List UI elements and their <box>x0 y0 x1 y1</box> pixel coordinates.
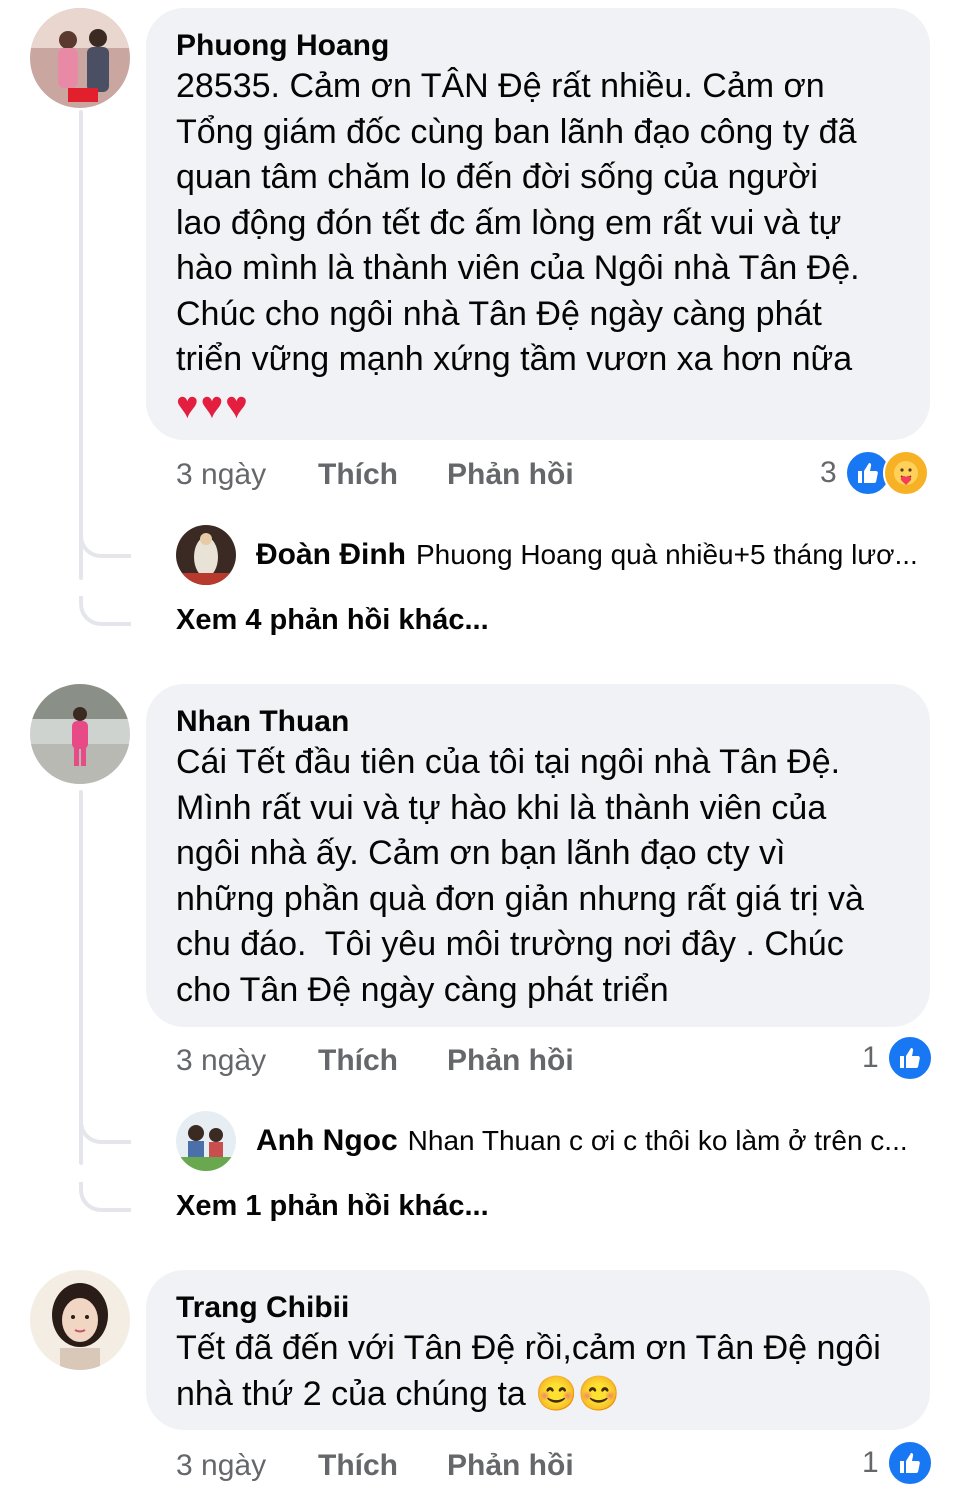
reply-avatar[interactable] <box>176 1111 236 1171</box>
avatar[interactable] <box>30 684 130 784</box>
thread-line <box>79 790 83 1165</box>
comment-text: 28535. Cảm ơn TÂN Đệ rất nhiều. Cảm ơn T… <box>176 67 860 378</box>
comment-text: Tết đã đến với Tân Đệ rồi,cảm ơn Tân Đệ … <box>176 1329 881 1413</box>
reply-button[interactable]: Phản hồi <box>447 1041 574 1081</box>
avatar[interactable] <box>30 1270 130 1370</box>
reply-preview[interactable]: Đoàn Đinh Phuong Hoang quà nhiều+5 tháng … <box>176 525 936 585</box>
reply-preview-text: Đoàn Đinh Phuong Hoang quà nhiều+5 tháng … <box>256 533 926 577</box>
like-button[interactable]: Thích <box>318 1446 398 1486</box>
view-more-replies-link[interactable]: Xem 1 phản hồi khác... <box>176 1190 489 1223</box>
like-icon <box>886 1035 933 1081</box>
reactions-summary[interactable]: 1 <box>862 1440 933 1486</box>
like-button[interactable]: Thích <box>318 455 398 495</box>
comment-time[interactable]: 3 ngày <box>176 1446 266 1486</box>
reactions-summary[interactable]: 1 <box>862 1035 933 1081</box>
comment-author[interactable]: Phuong Hoang <box>176 28 900 64</box>
comment-time[interactable]: 3 ngày <box>176 455 266 495</box>
reply-author[interactable]: Đoàn Đinh <box>256 538 406 571</box>
comment-actions: 3 ngày Thích Phản hồi <box>176 455 576 495</box>
view-more-replies-link[interactable]: Xem 4 phản hồi khác... <box>176 604 489 637</box>
like-button[interactable]: Thích <box>318 1041 398 1081</box>
reaction-count: 1 <box>862 1041 879 1074</box>
like-icon <box>886 1440 933 1486</box>
thread-branch <box>79 528 131 558</box>
avatar[interactable] <box>30 8 130 108</box>
comment-bubble: Nhan Thuan Cái Tết đầu tiên của tôi tại … <box>146 684 930 1027</box>
thread-line <box>79 110 83 580</box>
reaction-count: 1 <box>862 1446 879 1479</box>
comment-text: Cái Tết đầu tiên của tôi tại ngôi nhà Tâ… <box>176 743 864 1009</box>
reply-body: Nhan Thuan c ơi c thôi ko làm ở trên c..… <box>407 1125 908 1156</box>
comment-time[interactable]: 3 ngày <box>176 1041 266 1081</box>
reply-preview[interactable]: Anh Ngoc Nhan Thuan c ơi c thôi ko làm ở … <box>176 1111 936 1171</box>
comment-author[interactable]: Trang Chibii <box>176 1290 900 1326</box>
thread-branch <box>79 596 131 626</box>
comment-bubble: Trang Chibii Tết đã đến với Tân Đệ rồi,c… <box>146 1270 930 1430</box>
reply-preview-text: Anh Ngoc Nhan Thuan c ơi c thôi ko làm ở … <box>256 1119 926 1163</box>
reply-button[interactable]: Phản hồi <box>447 1446 574 1486</box>
comment-actions: 3 ngày Thích Phản hồi <box>176 1446 576 1486</box>
reply-body: Phuong Hoang quà nhiều+5 tháng lươ... <box>416 539 918 570</box>
reactions-summary[interactable]: 3 <box>820 450 929 496</box>
care-icon <box>882 450 929 496</box>
comment-bubble: Phuong Hoang 28535. Cảm ơn TÂN Đệ rất nh… <box>146 8 930 440</box>
comment-author[interactable]: Nhan Thuan <box>176 704 900 740</box>
reaction-count: 3 <box>820 456 837 489</box>
heart-emoji: ♥♥♥ <box>176 384 250 427</box>
reply-avatar[interactable] <box>176 525 236 585</box>
reply-author[interactable]: Anh Ngoc <box>256 1124 398 1157</box>
reply-button[interactable]: Phản hồi <box>447 455 574 495</box>
thread-branch <box>79 1114 131 1144</box>
comment-actions: 3 ngày Thích Phản hồi <box>176 1041 576 1081</box>
thread-branch <box>79 1182 131 1212</box>
